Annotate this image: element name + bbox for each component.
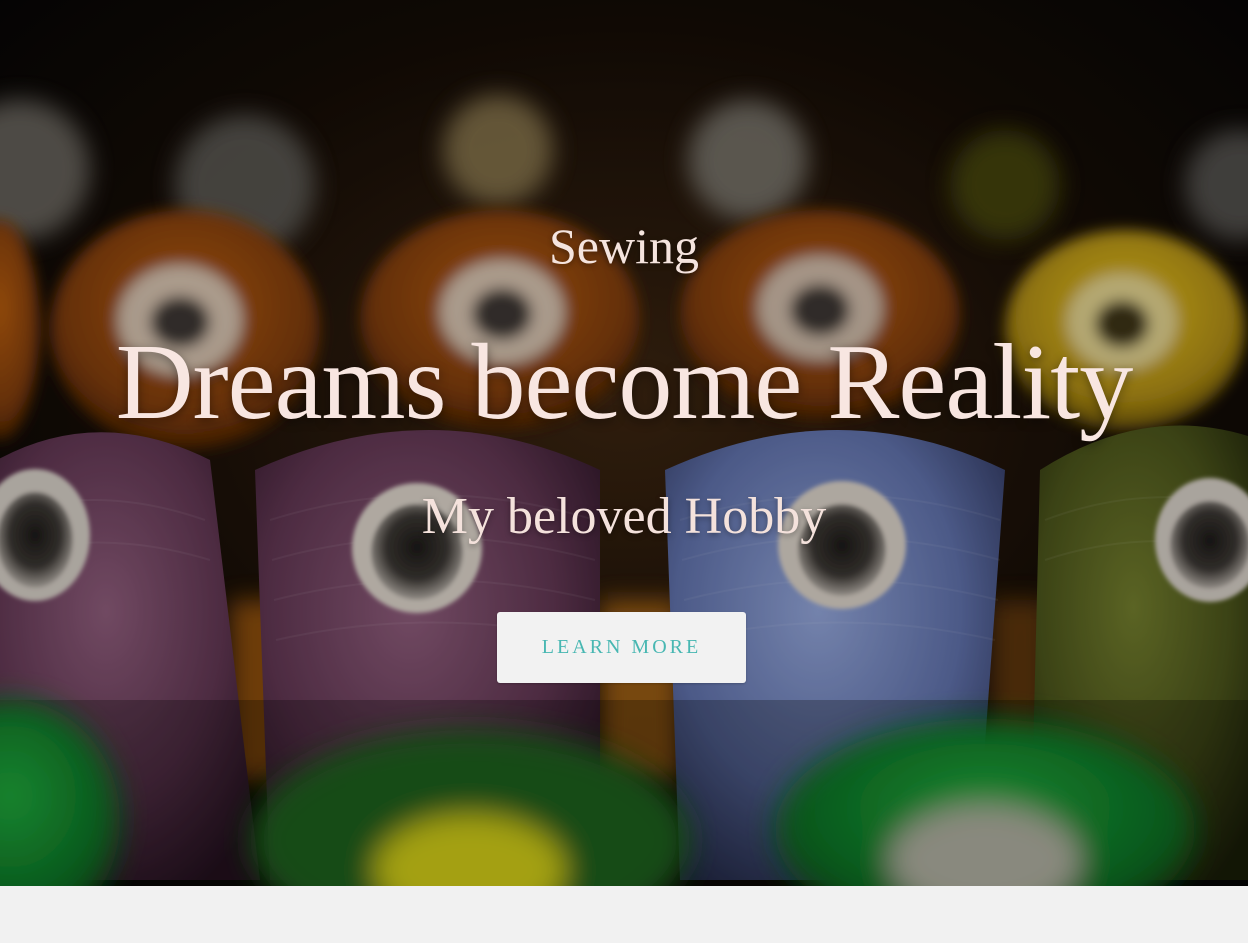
- hero-eyebrow: Sewing: [549, 218, 699, 274]
- hero-section: Sewing Dreams become Reality My beloved …: [0, 0, 1248, 886]
- hero-headline: Dreams become Reality: [115, 323, 1134, 442]
- learn-more-button[interactable]: LEARN MORE: [497, 612, 746, 683]
- page-section-below-hero: [0, 886, 1248, 943]
- hero-subheadline: My beloved Hobby: [421, 488, 827, 545]
- hero-content: Sewing Dreams become Reality My beloved …: [0, 0, 1248, 886]
